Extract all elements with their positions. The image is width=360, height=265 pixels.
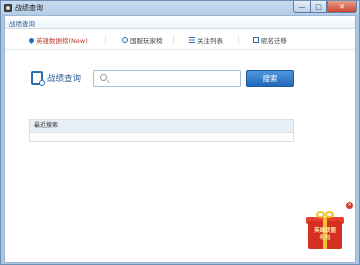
search-field[interactable]	[93, 70, 241, 87]
tab-bar: 战绩查询	[5, 16, 355, 29]
nav-item-server-players[interactable]: 国服玩家榜	[122, 35, 163, 45]
gift-bow	[325, 211, 334, 218]
list-icon	[189, 37, 195, 43]
client-area: 战绩查询 英雄数据榜(New) 国服玩家榜 关注列表 昵名迁移 战绩查询 搜索 …	[4, 15, 356, 263]
nav-item-follow-list[interactable]: 关注列表	[189, 35, 223, 45]
nav-item-label: 英雄数据榜(New)	[36, 37, 88, 45]
close-button[interactable]: ✕	[327, 1, 357, 13]
nav-item-label: 国服玩家榜	[130, 37, 163, 45]
search-icon	[100, 74, 107, 81]
maximize-button[interactable]: □	[310, 1, 327, 13]
recent-searches-header: 最近搜索	[30, 120, 293, 133]
nav-bar: 英雄数据榜(New) 国服玩家榜 关注列表 昵名迁移	[5, 29, 355, 50]
minimize-button[interactable]: —	[293, 1, 310, 13]
nav-divider	[173, 36, 174, 43]
app-icon	[4, 4, 12, 12]
search-button[interactable]: 搜索	[246, 70, 294, 87]
gift-text-line2: 礼包	[319, 234, 331, 241]
window-title: 战绩查询	[15, 4, 43, 12]
pin-icon	[27, 36, 36, 44]
nav-item-name-transfer[interactable]: 昵名迁移	[253, 35, 287, 45]
window-controls: — □ ✕	[293, 1, 357, 13]
search-input[interactable]	[112, 73, 236, 84]
gift-close-icon[interactable]: ×	[346, 202, 353, 209]
search-heading-label: 战绩查询	[47, 74, 82, 84]
recent-searches-panel: 最近搜索	[29, 119, 294, 142]
gift-package-button[interactable]: 英雄联盟 礼包	[306, 211, 344, 251]
title-bar[interactable]: 战绩查询 — □ ✕	[1, 1, 359, 15]
gift-text: 英雄联盟 礼包	[309, 228, 341, 241]
nav-item-label: 昵名迁移	[261, 37, 287, 45]
nav-item-label: 关注列表	[197, 37, 223, 45]
nav-divider	[105, 36, 106, 43]
gift-bow	[316, 211, 325, 218]
nav-item-hero-data[interactable]: 英雄数据榜(New)	[27, 35, 88, 45]
record-search-icon	[31, 71, 45, 86]
app-window: 战绩查询 — □ ✕ 战绩查询 英雄数据榜(New) 国服玩家榜 关注列表 昵名…	[0, 0, 360, 265]
tab-battle-record[interactable]: 战绩查询	[9, 18, 35, 28]
nav-divider	[238, 36, 239, 43]
globe-icon	[122, 37, 128, 43]
transfer-icon	[253, 37, 259, 43]
search-heading: 战绩查询	[31, 71, 82, 86]
